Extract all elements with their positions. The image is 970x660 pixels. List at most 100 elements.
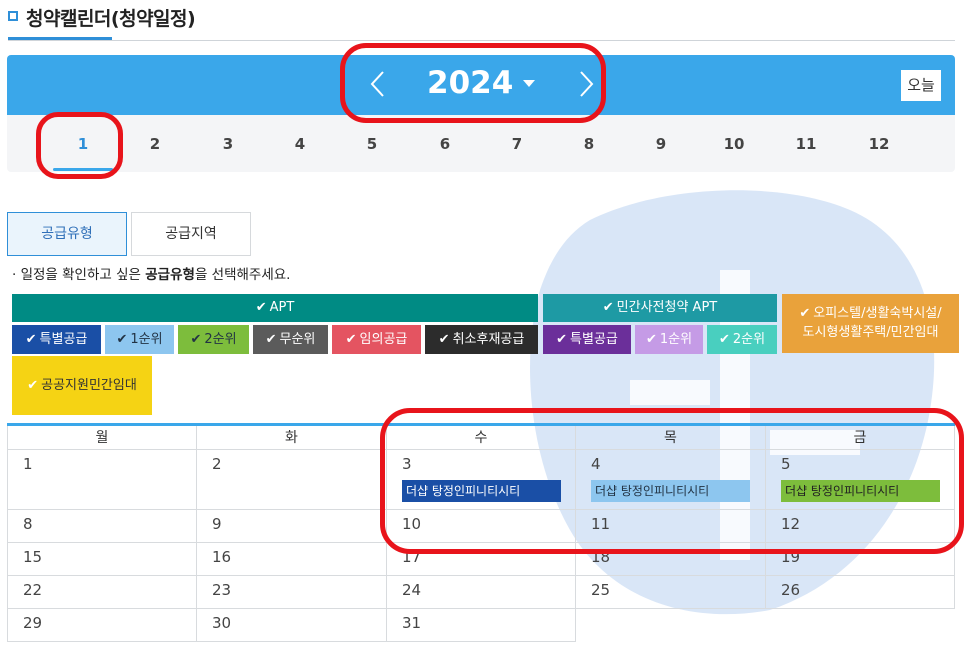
- day-cell[interactable]: 16: [197, 543, 387, 576]
- day-number: 17: [402, 548, 422, 566]
- check-icon: ✔: [255, 300, 267, 315]
- day-cell[interactable]: 25: [576, 576, 766, 609]
- check-icon: ✔: [602, 300, 614, 315]
- day-number: 2: [212, 455, 222, 473]
- weekday-mon: 월: [7, 426, 197, 450]
- day-cell[interactable]: 19: [766, 543, 955, 576]
- day-cell[interactable]: 23: [197, 576, 387, 609]
- day-cell[interactable]: 12: [766, 510, 955, 543]
- day-number: 15: [23, 548, 43, 566]
- day-cell[interactable]: 18: [576, 543, 766, 576]
- day-number: 5: [781, 455, 791, 473]
- day-number: 31: [402, 614, 422, 632]
- day-cell[interactable]: 15: [7, 543, 197, 576]
- day-cell[interactable]: 22: [7, 576, 197, 609]
- month-tab-4[interactable]: 4: [280, 135, 320, 153]
- check-icon: ✔: [438, 332, 450, 347]
- filter-group-presale[interactable]: ✔ 민간사전청약 APT: [543, 294, 777, 322]
- day-cell[interactable]: 29: [7, 609, 197, 642]
- filter-apt-first[interactable]: ✔ 1순위: [105, 325, 174, 354]
- day-cell[interactable]: 31: [387, 609, 576, 642]
- check-icon: ✔: [718, 332, 730, 347]
- day-cell[interactable]: 4 더샵 탕정인피니티시티: [576, 450, 766, 510]
- day-cell[interactable]: 3 더샵 탕정인피니티시티: [387, 450, 576, 510]
- instruction-bold: 공급유형: [145, 267, 195, 283]
- filter-group-apt[interactable]: ✔ APT: [12, 294, 538, 322]
- check-icon: ✔: [265, 332, 277, 347]
- filter-presale-special[interactable]: ✔ 특별공급: [543, 325, 631, 354]
- filter-apt-special[interactable]: ✔ 특별공급: [12, 325, 101, 354]
- day-number: 23: [212, 581, 232, 599]
- filter-label: 2순위: [732, 332, 766, 347]
- filter-public-rental[interactable]: ✔ 공공지원민간임대: [12, 356, 152, 415]
- month-tab-2[interactable]: 2: [135, 135, 175, 153]
- day-cell[interactable]: 5 더샵 탕정인피니티시티: [766, 450, 955, 510]
- day-cell[interactable]: 24: [387, 576, 576, 609]
- chevron-right-icon[interactable]: [575, 69, 597, 99]
- filter-officetel[interactable]: ✔ 오피스텔/생활숙박시설/도시형생활주택/민간임대: [782, 294, 959, 353]
- day-cell[interactable]: 1: [7, 450, 197, 510]
- month-tab-8[interactable]: 8: [569, 135, 609, 153]
- event-special-supply[interactable]: 더샵 탕정인피니티시티: [402, 480, 561, 502]
- day-cell[interactable]: 11: [576, 510, 766, 543]
- filter-presale-first[interactable]: ✔ 1순위: [635, 325, 703, 354]
- month-tab-6[interactable]: 6: [425, 135, 465, 153]
- day-number: 30: [212, 614, 232, 632]
- month-tab-9[interactable]: 9: [641, 135, 681, 153]
- filter-apt-resupply[interactable]: ✔ 취소후재공급: [425, 325, 538, 354]
- day-cell[interactable]: 10: [387, 510, 576, 543]
- month-tab-12[interactable]: 12: [859, 135, 899, 153]
- check-icon: ✔: [25, 332, 37, 347]
- event-second-rank[interactable]: 더샵 탕정인피니티시티: [781, 480, 940, 502]
- day-cell[interactable]: 2: [197, 450, 387, 510]
- day-cell[interactable]: 26: [766, 576, 955, 609]
- filter-label: 취소후재공급: [452, 332, 525, 347]
- filter-apt-second[interactable]: ✔ 2순위: [178, 325, 249, 354]
- page-title: 청약캘린더(청약일정): [26, 8, 196, 30]
- day-number: 12: [781, 515, 801, 533]
- month-tabs: 1 2 3 4 5 6 7 8 9 10 11 12: [7, 115, 955, 172]
- caret-down-icon[interactable]: [523, 80, 535, 87]
- day-cell[interactable]: 8: [7, 510, 197, 543]
- filter-label: 1순위: [659, 332, 693, 347]
- check-icon: ✔: [345, 332, 357, 347]
- tab-supply-type[interactable]: 공급유형: [7, 212, 127, 256]
- day-number: 8: [23, 515, 33, 533]
- day-number: 18: [591, 548, 611, 566]
- day-number: 29: [23, 614, 43, 632]
- title-underline: [8, 37, 112, 40]
- month-tab-7[interactable]: 7: [497, 135, 537, 153]
- day-number: 16: [212, 548, 232, 566]
- tab-supply-region[interactable]: 공급지역: [131, 212, 251, 256]
- today-button[interactable]: 오늘: [901, 70, 941, 101]
- year-navigation: 2024 오늘: [7, 55, 955, 115]
- month-tab-10[interactable]: 10: [714, 135, 754, 153]
- day-number: 26: [781, 581, 801, 599]
- day-cell[interactable]: 9: [197, 510, 387, 543]
- check-icon: ✔: [556, 332, 568, 347]
- month-tab-3[interactable]: 3: [208, 135, 248, 153]
- chevron-left-icon[interactable]: [367, 69, 389, 99]
- day-number: 9: [212, 515, 222, 533]
- day-number: 4: [591, 455, 601, 473]
- day-number: 11: [591, 515, 611, 533]
- day-cell[interactable]: 30: [197, 609, 387, 642]
- instruction-text: · 일정을 확인하고 싶은 공급유형을 선택해주세요.: [12, 263, 290, 283]
- filter-label: 특별공급: [570, 332, 618, 347]
- filter-apt-unranked[interactable]: ✔ 무순위: [253, 325, 328, 354]
- day-number: 3: [402, 455, 412, 473]
- event-first-rank[interactable]: 더샵 탕정인피니티시티: [591, 480, 750, 502]
- day-number: 1: [23, 455, 33, 473]
- instruction-prefix: · 일정을 확인하고 싶은: [12, 267, 146, 283]
- year-label[interactable]: 2024: [427, 65, 513, 101]
- filter-presale-second[interactable]: ✔ 2순위: [707, 325, 777, 354]
- month-tab-1[interactable]: 1: [63, 135, 103, 153]
- day-cell[interactable]: 17: [387, 543, 576, 576]
- check-icon: ✔: [27, 378, 39, 393]
- month-tab-5[interactable]: 5: [352, 135, 392, 153]
- filter-apt-arbitrary[interactable]: ✔ 임의공급: [332, 325, 421, 354]
- check-icon: ✔: [116, 332, 128, 347]
- filter-label: 특별공급: [39, 332, 88, 347]
- month-tab-11[interactable]: 11: [786, 135, 826, 153]
- weekday-wed: 수: [387, 426, 576, 450]
